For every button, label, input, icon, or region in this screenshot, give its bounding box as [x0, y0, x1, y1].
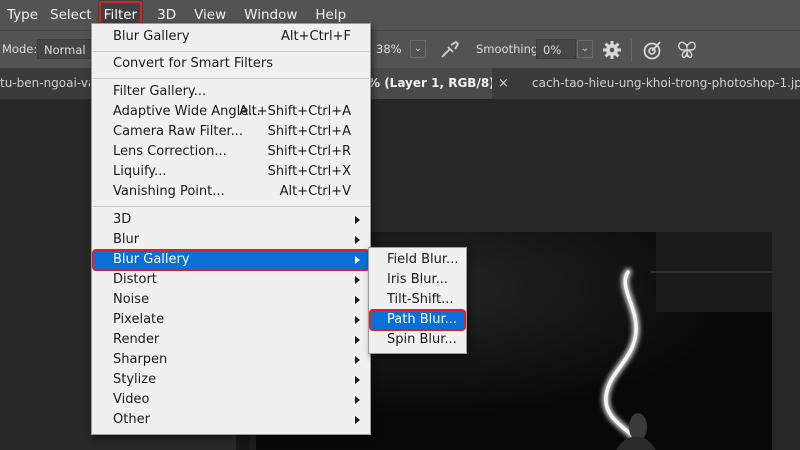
menu-item-distort[interactable]: Distort	[93, 270, 369, 290]
menu-item-vanishing-point[interactable]: Vanishing Point... Alt+Ctrl+V	[93, 182, 369, 202]
tab-document-right[interactable]: cach-tao-hieu-ung-khoi-trong-photoshop-1…	[532, 68, 800, 99]
tab-document-left[interactable]: tu-ben-ngoai-va	[0, 68, 90, 99]
menu-type[interactable]: Type	[0, 0, 44, 30]
menu-item-lens-correction[interactable]: Lens Correction... Shift+Ctrl+R	[93, 142, 369, 162]
menu-separator	[93, 206, 369, 207]
menu-item-label: 3D	[113, 212, 132, 227]
close-icon[interactable]: ×	[498, 68, 509, 99]
menu-item-label: Spin Blur...	[387, 332, 457, 347]
submenu-arrow-icon	[355, 216, 360, 224]
menu-item-3d[interactable]: 3D	[93, 210, 369, 230]
menu-item-label: Lens Correction...	[113, 144, 227, 159]
menu-item-adaptive-wide-angle[interactable]: Adaptive Wide Angle... Alt+Shift+Ctrl+A	[93, 102, 369, 122]
menu-item-camera-raw-filter[interactable]: Camera Raw Filter... Shift+Ctrl+A	[93, 122, 369, 142]
submenu-item-path-blur[interactable]: Path Blur...	[369, 309, 466, 331]
menu-item-label: Liquify...	[113, 164, 167, 179]
menu-item-label: Sharpen	[113, 352, 168, 367]
submenu-item-iris-blur[interactable]: Iris Blur...	[370, 270, 465, 290]
menu-item-label: Video	[113, 392, 150, 407]
submenu-item-tilt-shift[interactable]: Tilt-Shift...	[370, 290, 465, 310]
menu-item-label: Iris Blur...	[387, 272, 449, 287]
menu-item-stylize[interactable]: Stylize	[93, 370, 369, 390]
menu-item-shortcut: Alt+Ctrl+V	[279, 184, 351, 199]
menu-item-shortcut: Alt+Shift+Ctrl+A	[239, 104, 351, 119]
menu-item-sharpen[interactable]: Sharpen	[93, 350, 369, 370]
menu-separator	[93, 78, 369, 79]
chevron-down-icon[interactable]: ⌄	[577, 40, 593, 58]
menu-item-label: Distort	[113, 272, 157, 287]
tab-document-active[interactable]: % (Layer 1, RGB/8) *	[366, 68, 492, 99]
mode-dropdown[interactable]: Normal	[37, 39, 97, 59]
submenu-arrow-icon	[355, 256, 360, 264]
submenu-item-field-blur[interactable]: Field Blur...	[370, 250, 465, 270]
menu-item-label: Blur	[113, 232, 140, 247]
menu-separator	[93, 51, 369, 52]
filter-menu: Blur Gallery Alt+Ctrl+F Convert for Smar…	[91, 23, 371, 435]
menu-item-label: Stylize	[113, 372, 157, 387]
menu-item-render[interactable]: Render	[93, 330, 369, 350]
submenu-arrow-icon	[355, 296, 360, 304]
menu-item-pixelate[interactable]: Pixelate	[93, 310, 369, 330]
menu-item-shortcut: Shift+Ctrl+R	[267, 144, 352, 159]
menu-item-label: Blur Gallery	[113, 29, 190, 44]
menu-select[interactable]: Select	[44, 0, 98, 30]
menu-item-label: Tilt-Shift...	[387, 292, 454, 307]
submenu-arrow-icon	[355, 356, 360, 364]
submenu-arrow-icon	[355, 416, 360, 424]
menu-item-label: Pixelate	[113, 312, 165, 327]
menu-item-label: Camera Raw Filter...	[113, 124, 244, 139]
menu-item-convert-smart-filters[interactable]: Convert for Smart Filters	[93, 54, 369, 74]
submenu-arrow-icon	[355, 336, 360, 344]
menu-item-label: Filter Gallery...	[113, 84, 207, 99]
menu-item-filter-gallery[interactable]: Filter Gallery...	[93, 82, 369, 102]
menu-item-video[interactable]: Video	[93, 390, 369, 410]
menu-item-label: Field Blur...	[387, 252, 459, 267]
opacity-field[interactable]: 38%	[370, 39, 410, 59]
smoothing-label: Smoothing:	[476, 42, 543, 56]
menu-item-blur[interactable]: Blur	[93, 230, 369, 250]
menu-item-liquify[interactable]: Liquify... Shift+Ctrl+X	[93, 162, 369, 182]
menu-item-noise[interactable]: Noise	[93, 290, 369, 310]
submenu-arrow-icon	[355, 376, 360, 384]
butterfly-icon[interactable]	[675, 38, 699, 62]
menu-item-label: Convert for Smart Filters	[113, 56, 273, 71]
submenu-item-spin-blur[interactable]: Spin Blur...	[370, 330, 465, 350]
menu-item-label: Noise	[113, 292, 150, 307]
menu-item-blur-gallery-top[interactable]: Blur Gallery Alt+Ctrl+F	[93, 27, 369, 47]
airbrush-icon[interactable]	[438, 38, 462, 62]
menu-item-shortcut: Alt+Ctrl+F	[281, 29, 351, 44]
chevron-down-icon[interactable]: ⌄	[410, 40, 426, 58]
menu-item-label: Other	[113, 412, 150, 427]
menu-item-blur-gallery[interactable]: Blur Gallery	[92, 249, 370, 271]
menu-item-shortcut: Shift+Ctrl+A	[267, 124, 351, 139]
submenu-arrow-icon	[355, 236, 360, 244]
submenu-arrow-icon	[355, 276, 360, 284]
menu-item-label: Blur Gallery	[113, 252, 190, 267]
menu-item-label: Vanishing Point...	[113, 184, 225, 199]
menu-item-shortcut: Shift+Ctrl+X	[267, 164, 351, 179]
smoothing-field[interactable]: 0%	[536, 39, 576, 59]
submenu-arrow-icon	[355, 396, 360, 404]
toolbar-divider	[631, 39, 632, 61]
submenu-arrow-icon	[355, 316, 360, 324]
blur-gallery-submenu: Field Blur... Iris Blur... Tilt-Shift...…	[368, 247, 467, 354]
menu-item-other[interactable]: Other	[93, 410, 369, 430]
mode-label: Mode:	[2, 42, 38, 56]
menu-item-label: Path Blur...	[387, 312, 458, 327]
menu-item-label: Render	[113, 332, 160, 347]
target-icon[interactable]	[640, 38, 664, 62]
gear-icon[interactable]	[600, 38, 624, 62]
